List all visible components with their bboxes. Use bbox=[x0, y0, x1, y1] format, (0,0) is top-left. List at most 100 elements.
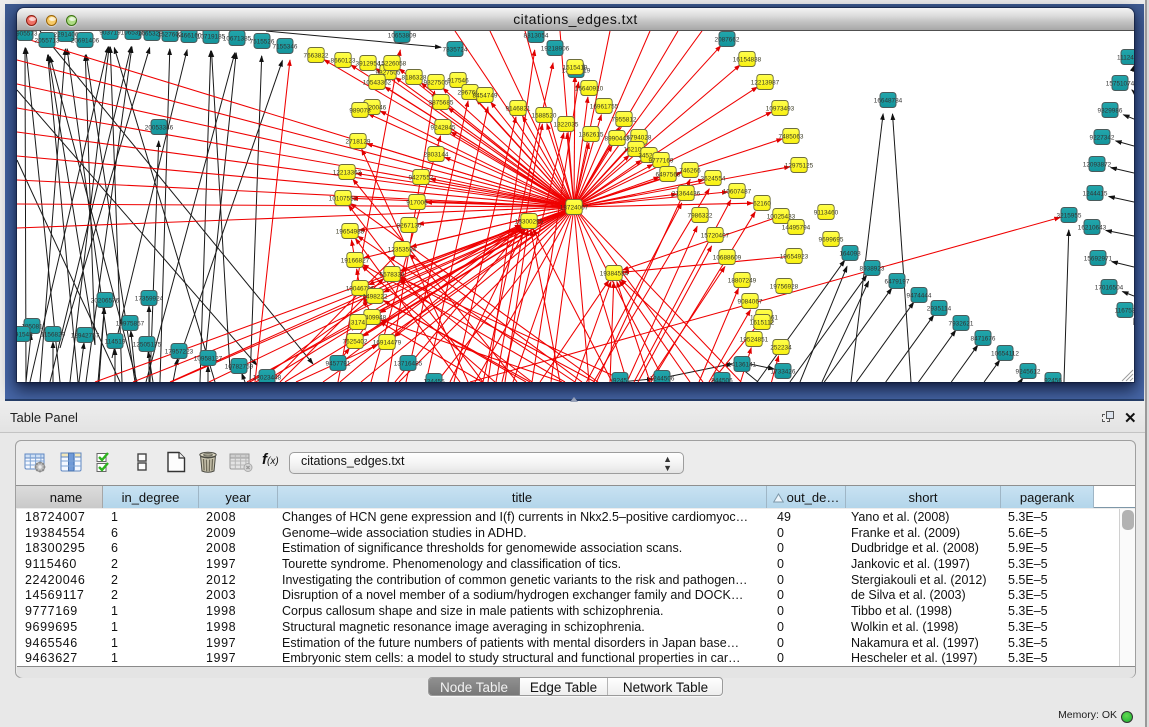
svg-text:9245612: 9245612 bbox=[1016, 368, 1041, 375]
svg-text:15751074: 15751074 bbox=[1106, 80, 1134, 87]
svg-text:12505175: 12505175 bbox=[133, 341, 162, 348]
svg-text:6497568: 6497568 bbox=[656, 171, 681, 178]
svg-text:16210643: 16210643 bbox=[1078, 224, 1107, 231]
svg-text:10543362: 10543362 bbox=[363, 79, 392, 86]
svg-text:12093872: 12093872 bbox=[1083, 161, 1112, 168]
svg-text:10671385: 10671385 bbox=[223, 35, 252, 42]
svg-text:16914479: 16914479 bbox=[373, 339, 402, 346]
svg-text:12213363: 12213363 bbox=[333, 169, 362, 176]
svg-text:5578334: 5578334 bbox=[380, 271, 405, 278]
svg-text:164093: 164093 bbox=[839, 250, 861, 257]
svg-text:1515419: 1515419 bbox=[563, 64, 588, 71]
svg-text:3624554: 3624554 bbox=[701, 175, 726, 182]
svg-text:12975125: 12975125 bbox=[785, 162, 814, 169]
svg-text:12353594: 12353594 bbox=[388, 246, 417, 253]
svg-text:9242845: 9242845 bbox=[431, 124, 456, 131]
svg-text:16648784: 16648784 bbox=[874, 97, 903, 104]
svg-text:391545: 391545 bbox=[17, 331, 33, 338]
svg-text:7155346: 7155346 bbox=[273, 43, 298, 50]
svg-text:7955812: 7955812 bbox=[612, 116, 637, 123]
svg-text:13716485: 13716485 bbox=[394, 360, 423, 367]
svg-text:15692971: 15692971 bbox=[1084, 255, 1113, 262]
svg-text:12213987: 12213987 bbox=[751, 79, 780, 86]
svg-text:6479197: 6479197 bbox=[885, 278, 910, 285]
svg-text:14495794: 14495794 bbox=[782, 224, 811, 231]
svg-text:62160: 62160 bbox=[753, 200, 771, 207]
svg-text:18300295: 18300295 bbox=[515, 218, 544, 225]
svg-text:917546: 917546 bbox=[447, 77, 469, 84]
svg-text:8938923: 8938923 bbox=[860, 265, 885, 272]
svg-text:1244506: 1244506 bbox=[650, 375, 675, 382]
svg-text:18724007: 18724007 bbox=[560, 204, 589, 211]
svg-text:19524851: 19524851 bbox=[740, 336, 769, 343]
svg-text:9329986: 9329986 bbox=[1098, 107, 1123, 114]
svg-text:15720407: 15720407 bbox=[701, 232, 730, 239]
svg-text:1156829: 1156829 bbox=[41, 331, 66, 338]
svg-text:9457791: 9457791 bbox=[326, 360, 351, 367]
svg-text:19384554: 19384554 bbox=[600, 270, 629, 277]
svg-text:9777169: 9777169 bbox=[649, 157, 674, 164]
svg-text:3875685: 3875685 bbox=[429, 99, 454, 106]
svg-text:9245: 9245 bbox=[613, 377, 628, 382]
svg-text:9427552: 9427552 bbox=[409, 174, 434, 181]
svg-text:9113460: 9113460 bbox=[814, 209, 839, 216]
svg-text:16154838: 16154838 bbox=[733, 56, 762, 63]
svg-text:12942757: 12942757 bbox=[71, 332, 100, 339]
svg-text:19654923: 19654923 bbox=[780, 253, 809, 260]
svg-text:7663822: 7663822 bbox=[304, 52, 329, 59]
svg-text:917006: 917006 bbox=[406, 199, 428, 206]
svg-text:2055713: 2055713 bbox=[35, 37, 60, 44]
svg-text:7515526: 7515526 bbox=[250, 38, 275, 45]
svg-text:1362615: 1362615 bbox=[579, 131, 604, 138]
svg-text:903719: 903719 bbox=[99, 31, 121, 36]
svg-text:16961755: 16961755 bbox=[590, 103, 619, 110]
svg-text:19654988: 19654988 bbox=[336, 228, 365, 235]
svg-text:1588520: 1588520 bbox=[532, 112, 557, 119]
svg-text:1733426: 1733426 bbox=[771, 368, 796, 375]
svg-text:15226058: 15226058 bbox=[378, 60, 407, 67]
svg-text:10107552: 10107552 bbox=[329, 195, 358, 202]
svg-text:8660123: 8660123 bbox=[331, 57, 356, 64]
svg-text:10719185: 10719185 bbox=[197, 33, 226, 40]
svg-text:12023448: 12023448 bbox=[253, 374, 282, 381]
svg-text:9146821: 9146821 bbox=[506, 105, 531, 112]
svg-text:10653809: 10653809 bbox=[388, 32, 417, 39]
svg-text:9474444: 9474444 bbox=[907, 292, 932, 299]
svg-text:1615112: 1615112 bbox=[750, 319, 775, 326]
svg-text:8471676: 8471676 bbox=[971, 335, 996, 342]
svg-text:19975857: 19975857 bbox=[116, 320, 145, 327]
svg-text:1244415: 1244415 bbox=[1083, 190, 1108, 197]
svg-text:746266: 746266 bbox=[679, 167, 701, 174]
svg-text:1498222: 1498222 bbox=[363, 293, 388, 300]
svg-text:8813054: 8813054 bbox=[524, 32, 549, 39]
svg-text:10973493: 10973493 bbox=[766, 105, 795, 112]
svg-text:3174: 3174 bbox=[351, 319, 366, 326]
svg-text:20691406: 20691406 bbox=[71, 37, 100, 44]
svg-text:7932621: 7932621 bbox=[949, 320, 974, 327]
svg-text:8454749: 8454749 bbox=[473, 92, 498, 99]
svg-text:2803144: 2803144 bbox=[424, 151, 449, 158]
svg-text:6794028: 6794028 bbox=[627, 134, 652, 141]
svg-text:18807249: 18807249 bbox=[728, 277, 757, 284]
svg-text:20053346: 20053346 bbox=[145, 124, 174, 131]
svg-text:10607487: 10607487 bbox=[723, 188, 752, 195]
svg-text:92456: 92456 bbox=[1044, 377, 1062, 382]
svg-text:19756928: 19756928 bbox=[770, 283, 799, 290]
svg-text:14136141: 14136141 bbox=[728, 361, 757, 368]
svg-text:20206576: 20206576 bbox=[91, 297, 120, 304]
svg-text:1112447: 1112447 bbox=[1117, 54, 1134, 61]
svg-text:9227342: 9227342 bbox=[1090, 134, 1115, 141]
svg-text:1322035: 1322035 bbox=[554, 121, 579, 128]
svg-text:7625402: 7625402 bbox=[343, 338, 368, 345]
svg-text:2935114: 2935114 bbox=[927, 305, 952, 312]
svg-text:10782759: 10782759 bbox=[225, 363, 254, 370]
svg-text:114519: 114519 bbox=[105, 338, 126, 345]
svg-text:17359924: 17359924 bbox=[135, 295, 164, 302]
svg-text:3215955: 3215955 bbox=[1057, 212, 1082, 219]
svg-text:2718129: 2718129 bbox=[346, 138, 371, 145]
svg-text:7835724: 7835724 bbox=[443, 46, 468, 53]
svg-text:17957223: 17957223 bbox=[165, 348, 194, 355]
svg-text:9699695: 9699695 bbox=[819, 236, 844, 243]
svg-text:10958127: 10958127 bbox=[194, 355, 223, 362]
svg-text:7485063: 7485063 bbox=[779, 133, 804, 140]
